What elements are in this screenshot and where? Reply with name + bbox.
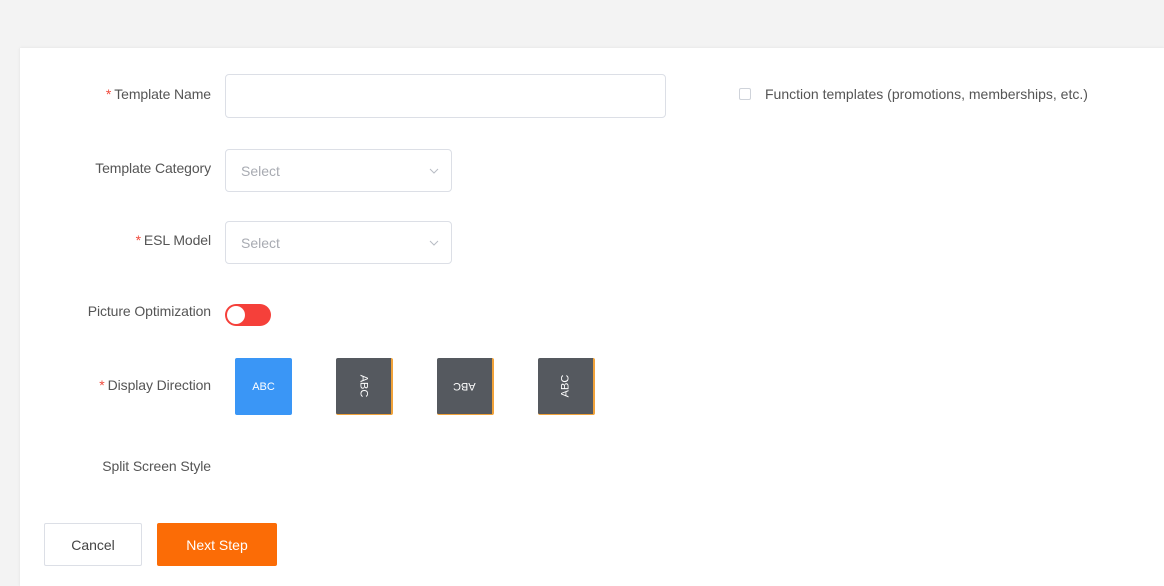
picture-optimization-toggle[interactable] [225, 304, 271, 326]
direction-sample-text: ABC [559, 374, 572, 398]
required-mark: * [99, 377, 105, 393]
direction-option-270-deg[interactable]: ABC [538, 358, 595, 415]
display-direction-label: * Display Direction [99, 377, 211, 393]
esl-model-placeholder: Select [241, 234, 280, 251]
cancel-button-label: Cancel [71, 536, 115, 553]
next-step-button[interactable]: Next Step [157, 523, 277, 566]
required-mark: * [105, 86, 112, 102]
direction-sample-text: ABC [453, 380, 476, 392]
direction-sample-text: ABC [357, 374, 370, 398]
function-templates-option[interactable]: Function templates (promotions, membersh… [739, 86, 1088, 102]
direction-option-90-deg[interactable]: ABC [336, 358, 393, 415]
required-mark: * [135, 232, 141, 248]
direction-option-0-deg[interactable]: ABC [235, 358, 292, 415]
chevron-down-icon [429, 240, 439, 246]
esl-model-label: * ESL Model [135, 232, 212, 248]
next-step-button-label: Next Step [186, 536, 248, 553]
direction-option-180-deg[interactable]: ABC [437, 358, 494, 415]
esl-model-select[interactable]: Select [225, 221, 452, 264]
template-category-select[interactable]: Select [225, 149, 452, 192]
function-templates-checkbox[interactable] [739, 88, 751, 100]
template-category-label: Template Category [95, 160, 211, 176]
cancel-button[interactable]: Cancel [44, 523, 142, 566]
split-screen-style-label: Split Screen Style [102, 458, 211, 474]
toggle-knob [227, 306, 245, 324]
function-templates-label: Function templates (promotions, membersh… [765, 86, 1088, 102]
template-name-label: * Template Name [105, 86, 211, 102]
template-category-placeholder: Select [241, 162, 280, 179]
picture-optimization-label: Picture Optimization [87, 303, 211, 319]
direction-sample-text: ABC [252, 380, 275, 393]
template-name-input[interactable] [225, 74, 666, 118]
chevron-down-icon [429, 168, 439, 174]
